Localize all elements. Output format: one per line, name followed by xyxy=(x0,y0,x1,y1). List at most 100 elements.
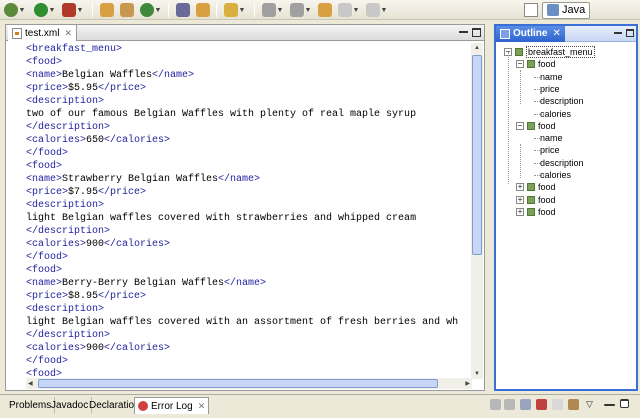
tree-node-label: food xyxy=(538,182,556,193)
minimize-icon[interactable] xyxy=(459,31,468,34)
tree-node[interactable]: + food xyxy=(516,194,556,206)
tree-node[interactable]: + food xyxy=(516,206,556,218)
tree-node[interactable]: − breakfast_menu xyxy=(504,46,595,58)
vertical-scroll-thumb[interactable] xyxy=(472,55,482,255)
toolbar-separator xyxy=(216,3,217,17)
scroll-left-icon[interactable]: ◀ xyxy=(28,380,33,387)
close-icon[interactable]: ✕ xyxy=(198,401,206,412)
run-icon xyxy=(34,3,48,17)
minimize-icon[interactable] xyxy=(604,404,615,406)
scroll-down-icon[interactable]: ▼ xyxy=(474,371,480,377)
previous-annotation-button[interactable]: ▼ xyxy=(290,2,311,18)
tree-node-label: food xyxy=(538,206,556,217)
forward-button[interactable]: ▼ xyxy=(366,2,387,18)
perspective-java-button[interactable]: Java xyxy=(542,1,591,19)
restore-log-icon[interactable] xyxy=(568,399,579,410)
maximize-icon[interactable] xyxy=(626,29,634,37)
xml-tag: <price> xyxy=(26,83,69,94)
maximize-icon[interactable] xyxy=(472,28,481,37)
search-icon xyxy=(196,3,210,17)
tree-node[interactable]: + food xyxy=(516,181,556,193)
close-icon[interactable]: ✕ xyxy=(64,28,72,39)
tree-node-label: breakfast_menu xyxy=(526,46,595,58)
vertical-scrollbar[interactable]: ▲ ▼ xyxy=(471,43,483,379)
code-line: light Belgian waffles covered with straw… xyxy=(26,212,472,225)
error-log-icon xyxy=(138,401,148,411)
xml-tag: <food> xyxy=(26,265,63,276)
code-line: <food> xyxy=(26,264,472,277)
export-log-icon[interactable] xyxy=(490,399,501,410)
open-perspective-icon[interactable] xyxy=(524,3,538,17)
code-line: </food> xyxy=(26,147,472,160)
chevron-down-icon[interactable]: ▼ xyxy=(305,3,312,17)
import-log-icon[interactable] xyxy=(504,399,515,410)
xml-tag: </name> xyxy=(224,278,267,289)
maximize-icon[interactable] xyxy=(620,399,629,408)
chevron-down-icon[interactable]: ▼ xyxy=(77,3,84,17)
new-class-button[interactable]: ▼ xyxy=(140,2,161,18)
outline-tab-label: Outline xyxy=(513,28,548,39)
chevron-down-icon[interactable]: ▼ xyxy=(381,3,388,17)
tree-node[interactable]: − food xyxy=(516,58,556,70)
chevron-down-icon[interactable]: ▼ xyxy=(353,3,360,17)
chevron-down-icon[interactable]: ▼ xyxy=(277,3,284,17)
open-file-button[interactable]: ▼ xyxy=(224,2,245,18)
open-type-button[interactable] xyxy=(176,2,190,18)
tree-node[interactable]: description xyxy=(540,157,584,169)
editor-text-area[interactable]: <breakfast_menu> <food> <name>Belgian Waff… xyxy=(26,43,472,379)
open-log-icon[interactable] xyxy=(552,399,563,410)
xml-text: $5.95 xyxy=(68,83,99,94)
expand-icon[interactable]: + xyxy=(516,183,524,192)
back-button[interactable]: ▼ xyxy=(338,2,359,18)
new-package-button[interactable] xyxy=(120,2,134,18)
collapse-icon[interactable]: − xyxy=(516,121,524,130)
last-edit-button[interactable] xyxy=(318,2,332,18)
xml-element-icon xyxy=(527,60,535,69)
editor-tab-test-xml[interactable]: test.xml ✕ xyxy=(8,25,77,41)
chevron-down-icon[interactable]: ▼ xyxy=(239,3,246,17)
tree-node[interactable]: description xyxy=(540,95,584,107)
next-annotation-icon xyxy=(262,3,276,17)
code-line: </food> xyxy=(26,355,472,368)
debug-button[interactable]: ▼ xyxy=(4,2,25,18)
next-annotation-button[interactable]: ▼ xyxy=(262,2,283,18)
new-project-button[interactable] xyxy=(100,2,114,18)
tree-connector xyxy=(534,76,546,78)
xml-text: Berry-Berry Belgian Waffles xyxy=(62,278,225,289)
xml-tag: </food> xyxy=(26,148,69,159)
expand-icon[interactable]: + xyxy=(516,207,524,216)
open-file-icon xyxy=(224,3,238,17)
external-tools-button[interactable]: ▼ xyxy=(62,2,83,18)
code-line: </description> xyxy=(26,121,472,134)
delete-log-icon[interactable] xyxy=(536,399,547,410)
scroll-right-icon[interactable]: ▶ xyxy=(465,380,470,387)
tree-node[interactable]: − food xyxy=(516,120,556,132)
minimize-icon[interactable] xyxy=(614,32,622,34)
code-line: <price>$8.95</price> xyxy=(26,290,472,303)
search-button[interactable] xyxy=(196,2,210,18)
last-edit-icon xyxy=(318,3,332,17)
tab-error-log[interactable]: Error Log ✕ xyxy=(134,397,210,414)
tab-outline[interactable]: Outline ✕ xyxy=(496,25,565,42)
xml-editor: test.xml ✕ <breakfast_menu> <food> <name>B… xyxy=(5,24,485,391)
xml-text: Strawberry Belgian Waffles xyxy=(62,174,219,185)
collapse-icon[interactable]: − xyxy=(516,60,524,69)
code-line: <price>$7.95</price> xyxy=(26,186,472,199)
close-icon[interactable]: ✕ xyxy=(552,28,560,39)
view-menu-icon[interactable]: ▽ xyxy=(586,399,597,410)
scroll-up-icon[interactable]: ▲ xyxy=(474,45,480,51)
xml-element-icon xyxy=(527,207,535,216)
chevron-down-icon[interactable]: ▼ xyxy=(19,3,26,17)
code-line: </food> xyxy=(26,251,472,264)
horizontal-scrollbar[interactable]: ◀ ▶ xyxy=(26,378,472,389)
chevron-down-icon[interactable]: ▼ xyxy=(155,3,162,17)
xml-element-icon xyxy=(515,48,523,56)
tree-node-label: food xyxy=(538,120,556,131)
horizontal-scroll-thumb[interactable] xyxy=(38,379,438,388)
xml-tag: <description> xyxy=(26,304,105,315)
chevron-down-icon[interactable]: ▼ xyxy=(49,3,56,17)
run-button[interactable]: ▼ xyxy=(34,2,55,18)
clear-log-icon[interactable] xyxy=(520,399,531,410)
expand-icon[interactable]: + xyxy=(516,195,524,204)
xml-tag: <food> xyxy=(26,161,63,172)
